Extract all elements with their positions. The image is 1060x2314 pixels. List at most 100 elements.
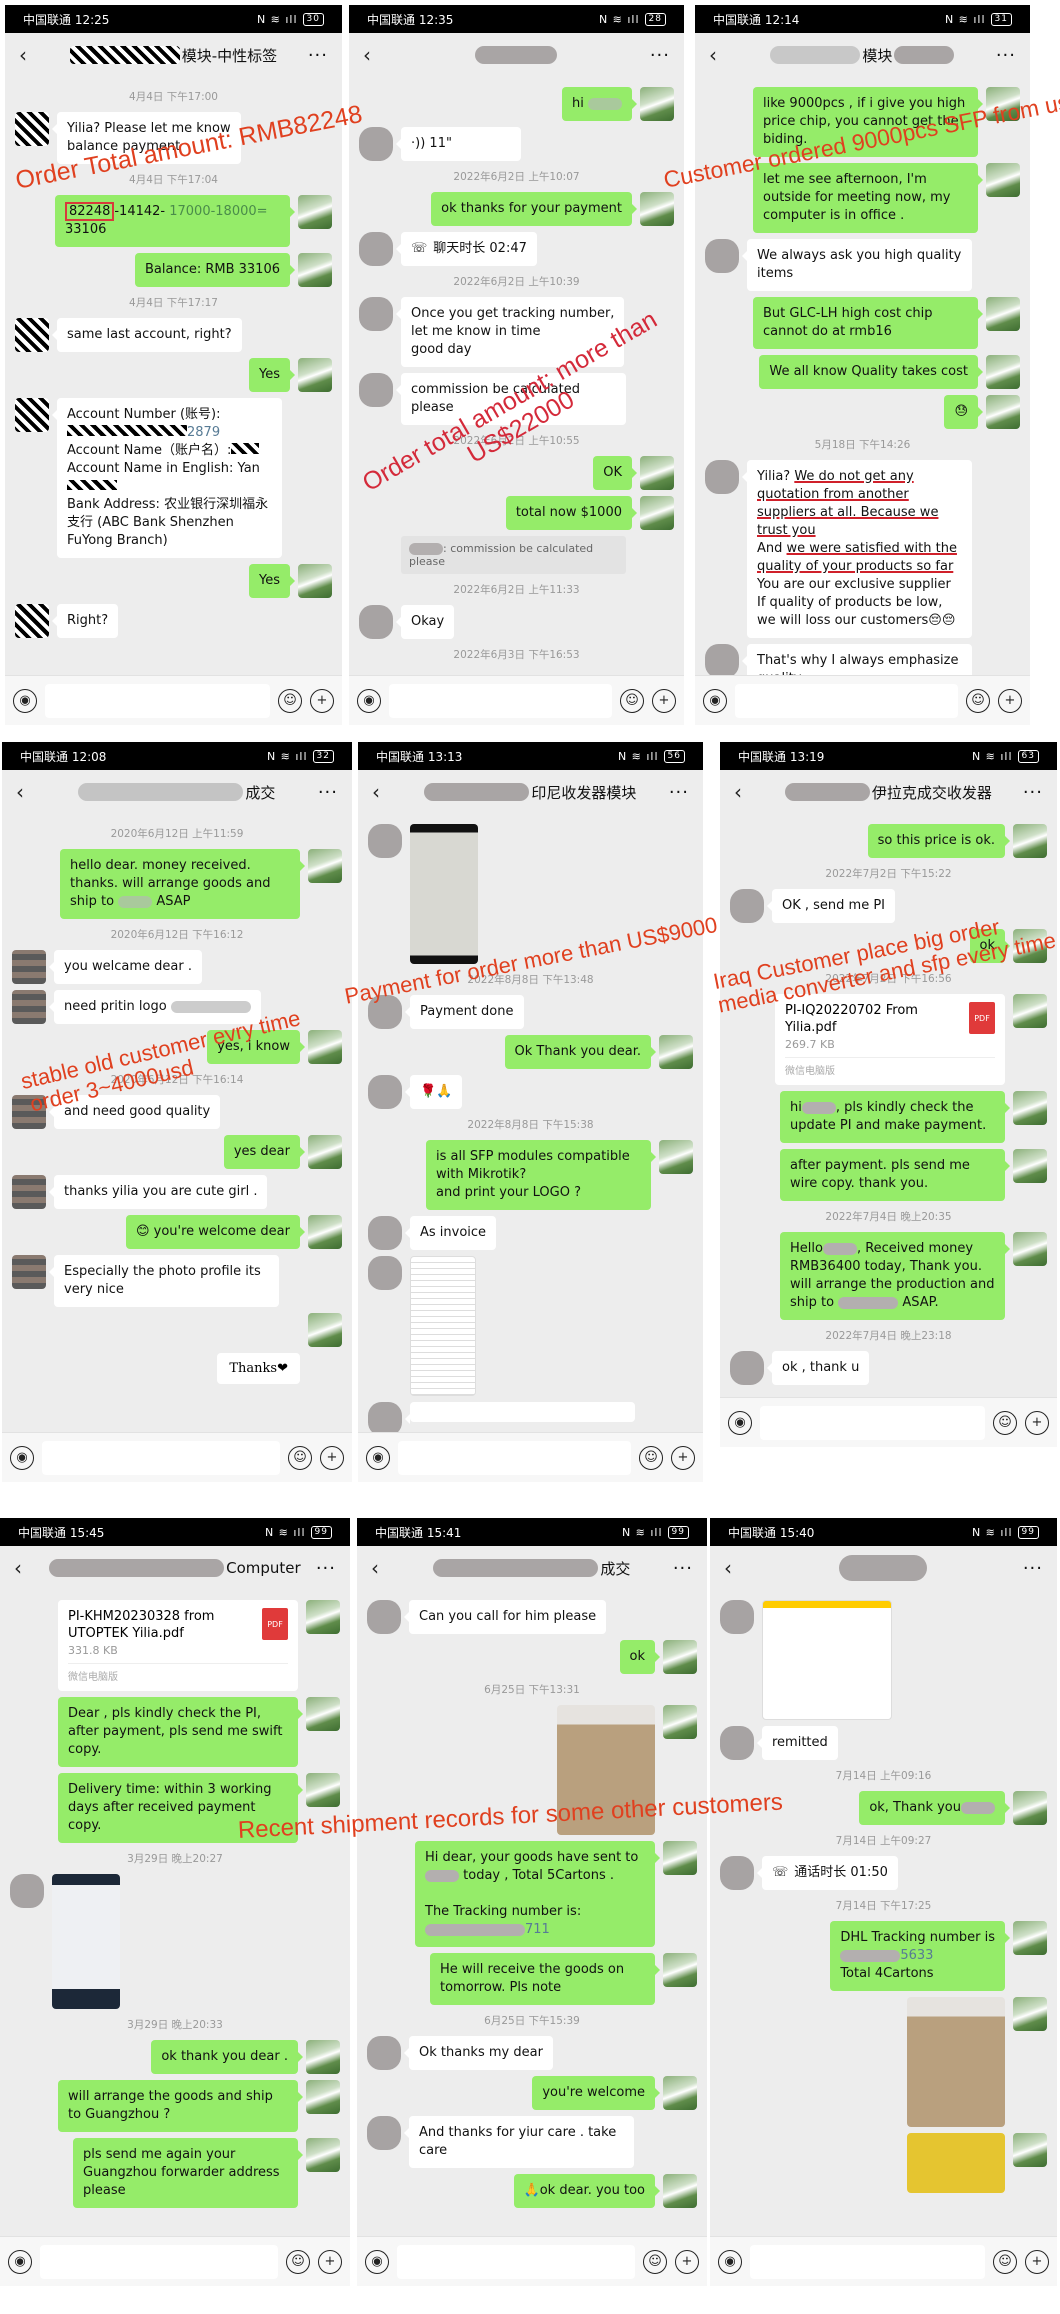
avatar[interactable] xyxy=(986,163,1020,197)
avatar[interactable] xyxy=(298,195,332,229)
message-list[interactable]: like 9000pcs , if i give you high price … xyxy=(695,77,1030,675)
call-record[interactable]: ☏ 通话时长 01:50 xyxy=(757,1856,898,1890)
avatar[interactable] xyxy=(15,112,49,146)
call-record[interactable]: ☏ 聊天时长 02:47 xyxy=(396,232,537,266)
avatar[interactable] xyxy=(308,1215,342,1249)
message-bubble[interactable]: yes dear xyxy=(223,1135,306,1169)
plus-icon[interactable]: + xyxy=(318,2249,342,2274)
message-bubble[interactable]: hello dear. money received. thanks. will… xyxy=(60,849,305,919)
more-icon[interactable]: ··· xyxy=(996,45,1016,66)
avatar[interactable] xyxy=(663,2076,697,2110)
voice-icon[interactable]: ◉ xyxy=(728,1410,752,1435)
emoji-icon[interactable]: ☺ xyxy=(286,2249,310,2274)
avatar[interactable] xyxy=(1013,1997,1047,2031)
message-bubble[interactable]: like 9000pcs , if i give you high price … xyxy=(753,87,983,157)
avatar[interactable] xyxy=(359,605,393,639)
avatar[interactable] xyxy=(308,1030,342,1064)
message-bubble[interactable]: will arrange the goods and ship to Guang… xyxy=(58,2080,303,2132)
avatar[interactable] xyxy=(308,1313,342,1347)
avatar[interactable] xyxy=(368,1256,402,1290)
avatar[interactable] xyxy=(986,297,1020,331)
avatar[interactable] xyxy=(12,950,46,984)
plus-icon[interactable]: + xyxy=(310,688,334,713)
avatar[interactable] xyxy=(720,1856,754,1890)
message-list[interactable]: so this price is ok. 2022年7月2日 下午15:22 O… xyxy=(720,814,1057,1397)
plus-icon[interactable]: + xyxy=(675,2249,699,2274)
message-bubble[interactable]: hi xyxy=(562,87,637,121)
cartons-photo[interactable] xyxy=(557,1705,655,1835)
pdf-file-message[interactable]: PI-KHM20230328 from UTOPTEK Yilia.pdf PDF… xyxy=(58,1600,298,1691)
avatar[interactable] xyxy=(308,1135,342,1169)
avatar[interactable] xyxy=(10,1874,44,1908)
avatar[interactable] xyxy=(705,460,739,494)
message-bubble[interactable]: and need good quality xyxy=(48,1095,221,1129)
plus-icon[interactable]: + xyxy=(652,688,676,713)
back-icon[interactable]: ‹ xyxy=(19,43,39,67)
message-bubble[interactable]: 🙏ok dear. you too xyxy=(513,2174,661,2208)
message-bubble[interactable]: Hi dear, your goods have sent to today ,… xyxy=(415,1841,660,1947)
more-icon[interactable]: ··· xyxy=(308,45,328,66)
avatar[interactable] xyxy=(306,1600,340,1634)
invoice-image[interactable] xyxy=(410,1256,476,1396)
voice-icon[interactable]: ◉ xyxy=(366,1445,390,1470)
message-bubble[interactable]: after payment. pls send me wire copy. th… xyxy=(780,1149,1010,1201)
avatar[interactable] xyxy=(298,564,332,598)
avatar[interactable] xyxy=(367,1600,401,1634)
voice-icon[interactable]: ◉ xyxy=(365,2249,389,2274)
voice-icon[interactable]: ◉ xyxy=(718,2249,742,2274)
emoji-icon[interactable]: ☺ xyxy=(966,688,990,713)
message-bubble[interactable]: Right? xyxy=(51,604,119,638)
message-bubble[interactable]: Yilia? We do not get any quotation from … xyxy=(742,460,972,638)
avatar[interactable] xyxy=(1013,994,1047,1028)
message-bubble[interactable]: Dear , pls kindly check the PI, after pa… xyxy=(58,1697,303,1767)
message-bubble[interactable]: thanks yilia you are cute girl . xyxy=(48,1175,268,1209)
avatar[interactable] xyxy=(730,1351,764,1385)
avatar[interactable] xyxy=(663,1640,697,1674)
back-icon[interactable]: ‹ xyxy=(724,1556,744,1580)
message-bubble[interactable]: pls send me again your Guangzhou forward… xyxy=(73,2138,303,2208)
message-input[interactable] xyxy=(735,683,958,718)
avatar[interactable] xyxy=(705,239,739,273)
avatar[interactable] xyxy=(720,1600,754,1634)
message-bubble[interactable]: yes, i know xyxy=(207,1030,305,1064)
message-bubble[interactable]: We all know Quality takes cost xyxy=(759,355,983,389)
message-bubble[interactable]: Especially the photo profile its very ni… xyxy=(49,1255,279,1307)
message-bubble[interactable]: 82248 -14142- 17000-18000= 33106 xyxy=(55,195,295,247)
back-icon[interactable]: ‹ xyxy=(16,780,36,804)
message-bubble[interactable]: Balance: RMB 33106 xyxy=(134,253,296,287)
message-input[interactable] xyxy=(40,2244,278,2279)
back-icon[interactable]: ‹ xyxy=(371,1556,391,1580)
voice-icon[interactable]: ◉ xyxy=(8,2249,32,2274)
back-icon[interactable]: ‹ xyxy=(734,780,754,804)
avatar[interactable] xyxy=(986,355,1020,389)
avatar[interactable] xyxy=(1013,1921,1047,1955)
avatar[interactable] xyxy=(368,1216,402,1250)
avatar[interactable] xyxy=(1013,929,1047,963)
avatar[interactable] xyxy=(368,1075,402,1109)
pdf-file-message[interactable]: PI-IQ20220702 From Yilia.pdf PDF 269.7 KB… xyxy=(775,994,1005,1085)
message-bubble[interactable]: ok thank you dear . xyxy=(151,2040,303,2074)
message-bubble[interactable]: Hello, Received money RMB36400 today, Th… xyxy=(780,1232,1010,1320)
avatar[interactable] xyxy=(640,456,674,490)
message-list[interactable]: 2022年8月8日 下午13:48 Payment done Ok Thank … xyxy=(358,814,703,1432)
bank-details-bubble[interactable]: Account Number (账号): 2879 Account Name（账… xyxy=(52,398,282,558)
avatar[interactable] xyxy=(368,1402,402,1432)
back-icon[interactable]: ‹ xyxy=(709,43,729,67)
avatar[interactable] xyxy=(359,127,393,161)
payment-receipt-image[interactable] xyxy=(410,824,478,964)
avatar[interactable] xyxy=(298,358,332,392)
message-bubble[interactable]: so this price is ok. xyxy=(867,824,1011,858)
message-bubble[interactable]: As invoice xyxy=(404,1216,497,1250)
avatar[interactable] xyxy=(368,995,402,1029)
message-bubble[interactable]: Ok thanks my dear xyxy=(404,2036,553,2070)
emoji-icon[interactable]: ☺ xyxy=(288,1445,312,1470)
avatar[interactable] xyxy=(640,496,674,530)
message-bubble[interactable]: OK xyxy=(593,456,637,490)
message-bubble[interactable]: Yes xyxy=(249,564,295,598)
avatar[interactable] xyxy=(306,1773,340,1807)
message-bubble[interactable]: We always ask you high quality items xyxy=(742,239,972,291)
message-bubble[interactable]: Ok Thank you dear. xyxy=(504,1035,657,1069)
avatar[interactable] xyxy=(15,398,49,432)
emoji-icon[interactable]: ☺ xyxy=(620,688,644,713)
message-bubble[interactable]: Payment done xyxy=(405,995,524,1029)
